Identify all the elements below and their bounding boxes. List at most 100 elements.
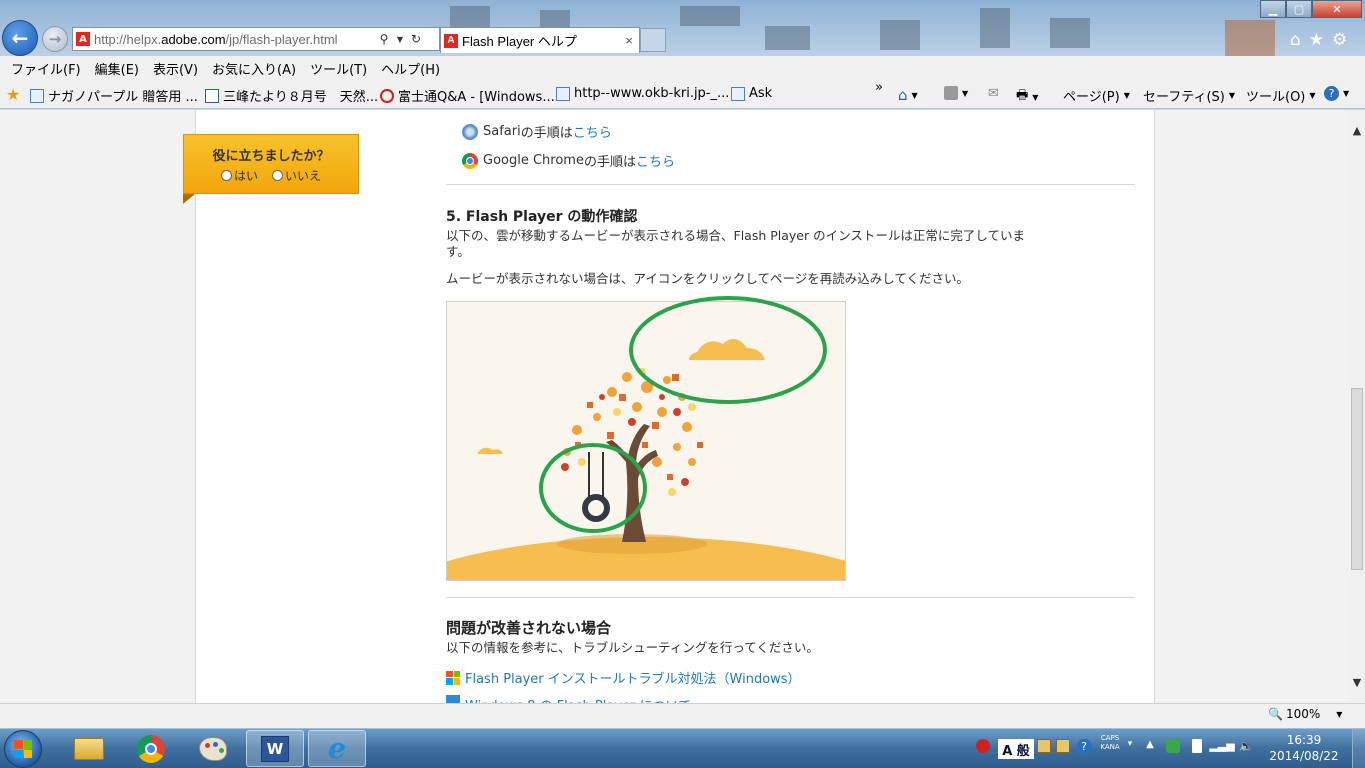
- cloud-highlight-circle: [629, 296, 827, 404]
- ime-help-icon[interactable]: ?: [1076, 739, 1092, 754]
- page-menu[interactable]: ページ(P) ▼: [1063, 86, 1130, 105]
- start-button[interactable]: [4, 730, 42, 768]
- power-icon[interactable]: [1189, 739, 1205, 753]
- menu-view[interactable]: 表示(V): [146, 59, 205, 78]
- fujitsu-icon: [380, 88, 394, 103]
- safari-icon: [462, 123, 478, 140]
- rss-icon: [944, 86, 958, 100]
- ie-page-icon: [731, 86, 745, 101]
- ime-dictionary-icon[interactable]: [1036, 739, 1052, 753]
- tab-close-icon[interactable]: ×: [625, 33, 633, 48]
- taskbar-clock[interactable]: 16:39 2014/08/22: [1264, 732, 1344, 764]
- menu-bar: ファイル(F) 編集(E) 表示(V) お気に入り(A) ツール(T) ヘルプ(…: [0, 56, 1365, 80]
- taskbar-chrome[interactable]: [122, 730, 180, 767]
- forward-button[interactable]: →: [42, 26, 68, 52]
- troubleshoot-windows-link[interactable]: Flash Player インストールトラブル対処法（Windows）: [446, 668, 801, 687]
- gear-icon[interactable]: ⚙: [1332, 30, 1347, 50]
- feedback-question: 役に立ちましたか？: [212, 149, 330, 164]
- back-button[interactable]: ←: [2, 20, 38, 56]
- zoom-icon: 🔍: [1268, 707, 1283, 721]
- tab-flash-player-help[interactable]: A Flash Player ヘルプ ×: [440, 27, 640, 53]
- feeds-menu[interactable]: ▼: [944, 86, 968, 100]
- arrow-right-icon: →: [48, 30, 62, 48]
- printer-icon: 🖶: [1016, 88, 1029, 103]
- favorite-link[interactable]: 三峰たより８月号 天然...: [205, 86, 378, 105]
- favorites-star-icon[interactable]: ★: [6, 85, 20, 104]
- windows-flag-icon: [446, 670, 460, 685]
- ie-page-icon: [556, 86, 570, 101]
- feedback-yes-radio[interactable]: はい: [220, 167, 258, 184]
- tools-menu[interactable]: ツール(O) ▼: [1246, 86, 1316, 105]
- tray-sync-icon[interactable]: [1165, 739, 1181, 753]
- dropdown-arrow-icon[interactable]: ▼: [392, 35, 408, 44]
- ime-mode-indicator[interactable]: A 般: [998, 739, 1034, 759]
- close-window-button[interactable]: ✕: [1312, 0, 1362, 18]
- paint-palette-icon: [199, 736, 227, 761]
- home-menu[interactable]: ⌂ ▼: [898, 86, 918, 104]
- help-menu[interactable]: ? ▼: [1324, 86, 1349, 101]
- zoom-control[interactable]: 🔍 100% ▼: [1268, 707, 1342, 721]
- taskbar-paint[interactable]: [184, 730, 242, 767]
- volume-icon[interactable]: 🔈: [1238, 739, 1254, 753]
- menu-favorites[interactable]: お気に入り(A): [205, 59, 303, 78]
- safety-menu[interactable]: セーフティ(S) ▼: [1143, 86, 1235, 105]
- adobe-favicon-icon: A: [444, 33, 458, 48]
- windows8-icon: [446, 695, 460, 703]
- favorite-link[interactable]: http--www.okb-kri.jp-_...: [556, 86, 729, 101]
- favorites-bar: ★ ナガノパープル 贈答用 ... 三峰たより８月号 天然... 富士通Q&A …: [0, 80, 1365, 109]
- menu-help[interactable]: ヘルプ(H): [374, 59, 447, 78]
- taskbar-internet-explorer[interactable]: e: [308, 730, 366, 767]
- section5-heading: 5. Flash Player の動作確認: [446, 209, 638, 225]
- refresh-icon[interactable]: ↻: [408, 32, 424, 46]
- word-icon: W: [261, 735, 289, 762]
- page-icon: [205, 88, 219, 103]
- address-bar[interactable]: A http://helpx.adobe.com/jp/flash-player…: [72, 27, 440, 51]
- maximize-button[interactable]: ▢: [1286, 0, 1312, 18]
- feedback-no-radio[interactable]: いいえ: [272, 167, 321, 184]
- radio-icon: [272, 170, 283, 181]
- taskbar-word[interactable]: W: [246, 730, 304, 767]
- chrome-link[interactable]: こちら: [636, 151, 675, 170]
- favorite-link[interactable]: ナガノパープル 贈答用 ...: [30, 86, 198, 105]
- dropdown-arrow-icon: ▼: [1336, 709, 1343, 719]
- menu-tools[interactable]: ツール(T): [303, 59, 374, 78]
- safari-link[interactable]: こちら: [573, 122, 612, 141]
- network-signal-icon[interactable]: ▂▃▅: [1209, 739, 1234, 752]
- show-hidden-icons-arrow[interactable]: ▲: [1143, 739, 1157, 750]
- troubleshoot-paragraph: 以下の情報を参考に、トラブルシューティングを行ってください。: [446, 640, 819, 655]
- menu-file[interactable]: ファイル(F): [4, 59, 88, 78]
- home-icon: ⌂: [898, 86, 908, 104]
- favorite-link[interactable]: 富士通Q&A - [Windows...: [380, 86, 555, 105]
- scroll-up-arrow-icon[interactable]: ▲: [1349, 124, 1365, 137]
- menu-edit[interactable]: 編集(E): [88, 59, 146, 78]
- more-favorites-chevron[interactable]: »: [875, 80, 883, 95]
- favorites-star-icon[interactable]: ★: [1309, 30, 1324, 50]
- caps-kana-indicator: CAPS KANA: [1100, 734, 1120, 751]
- arrow-left-icon: ←: [11, 26, 29, 50]
- scroll-down-arrow-icon[interactable]: ▼: [1349, 676, 1365, 689]
- ime-tools-icon[interactable]: [1055, 739, 1071, 753]
- window-controls: ▁ ▢ ✕: [1260, 0, 1364, 18]
- radio-icon: [220, 170, 232, 181]
- search-icon[interactable]: ⚲: [376, 32, 392, 46]
- home-icon[interactable]: ⌂: [1290, 30, 1301, 50]
- divider: [446, 184, 1135, 185]
- new-tab-button[interactable]: [640, 28, 666, 52]
- windows8-flash-link[interactable]: Windows 8 の Flash Player について: [446, 695, 691, 703]
- mail-button[interactable]: ✉: [988, 86, 999, 101]
- feedback-tail: [183, 194, 195, 204]
- scrollbar-thumb[interactable]: [1351, 388, 1363, 570]
- address-url[interactable]: http://helpx.adobe.com/jp/flash-player.h…: [94, 32, 376, 47]
- taskbar-explorer[interactable]: [60, 730, 118, 767]
- print-menu[interactable]: 🖶 ▼: [1016, 86, 1038, 108]
- favorite-link[interactable]: Ask: [731, 86, 772, 101]
- troubleshoot-heading: 問題が改善されない場合: [446, 619, 612, 637]
- ime-options-icon[interactable]: ▾: [1124, 739, 1136, 749]
- clock-time: 16:39: [1286, 733, 1322, 747]
- show-desktop-button[interactable]: [1352, 729, 1365, 768]
- safari-instructions: Safari の手順は こちら: [462, 122, 612, 141]
- minimize-button[interactable]: ▁: [1260, 0, 1286, 18]
- folder-icon: [74, 737, 104, 760]
- highlight-annotations: [539, 296, 827, 533]
- tray-app-icon[interactable]: [975, 739, 991, 753]
